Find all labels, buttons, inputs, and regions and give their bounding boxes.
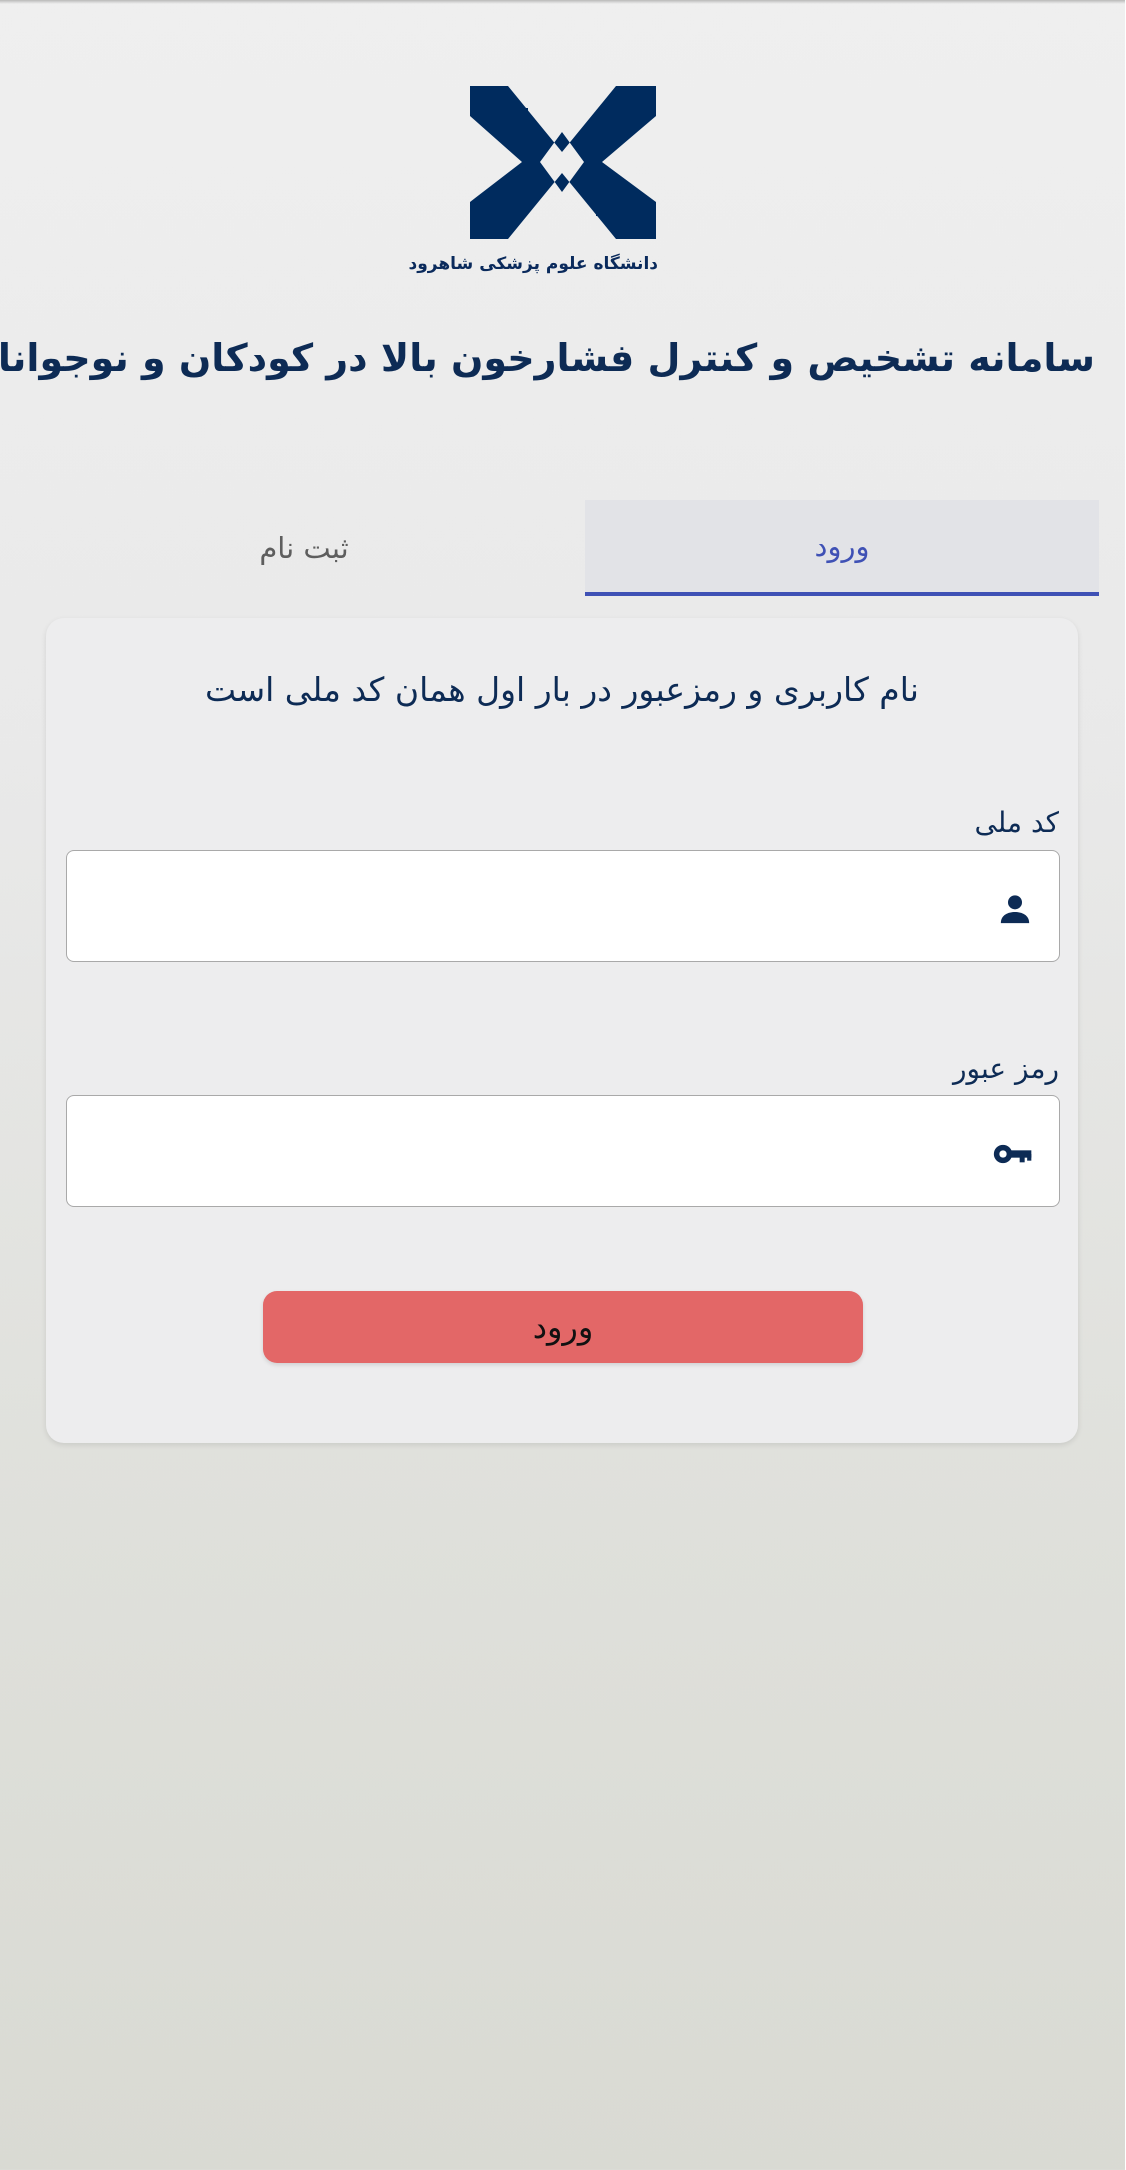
logo-caption: دانشگاه علوم پزشکی شاهرود (409, 254, 659, 274)
national-id-label: کد ملی (975, 806, 1060, 839)
password-input[interactable] (84, 1096, 970, 1206)
key-icon (994, 1134, 1036, 1174)
page-title: سامانه تشخیص و کنترل فشارخون بالا در کود… (0, 336, 1096, 380)
login-card: نام کاربری و رمزعبور در بار اول همان کد … (47, 618, 1079, 1443)
university-logo: دانشگاه علوم پزشکی شاهرود (409, 84, 659, 280)
login-hint: نام کاربری و رمزعبور در بار اول همان کد … (206, 670, 920, 709)
person-icon (996, 889, 1036, 929)
national-id-field-wrapper (67, 850, 1061, 962)
password-label: رمز عبور (953, 1052, 1060, 1085)
top-shadow (0, 0, 1126, 4)
password-field-wrapper (67, 1095, 1061, 1207)
national-id-input[interactable] (84, 851, 970, 961)
login-submit-button[interactable]: ورود (264, 1291, 864, 1363)
auth-tabs: ورود ثبت نام (48, 500, 1100, 596)
tab-login[interactable]: ورود (586, 500, 1100, 596)
tab-register[interactable]: ثبت نام (48, 500, 562, 596)
university-emblem-icon (471, 86, 657, 239)
